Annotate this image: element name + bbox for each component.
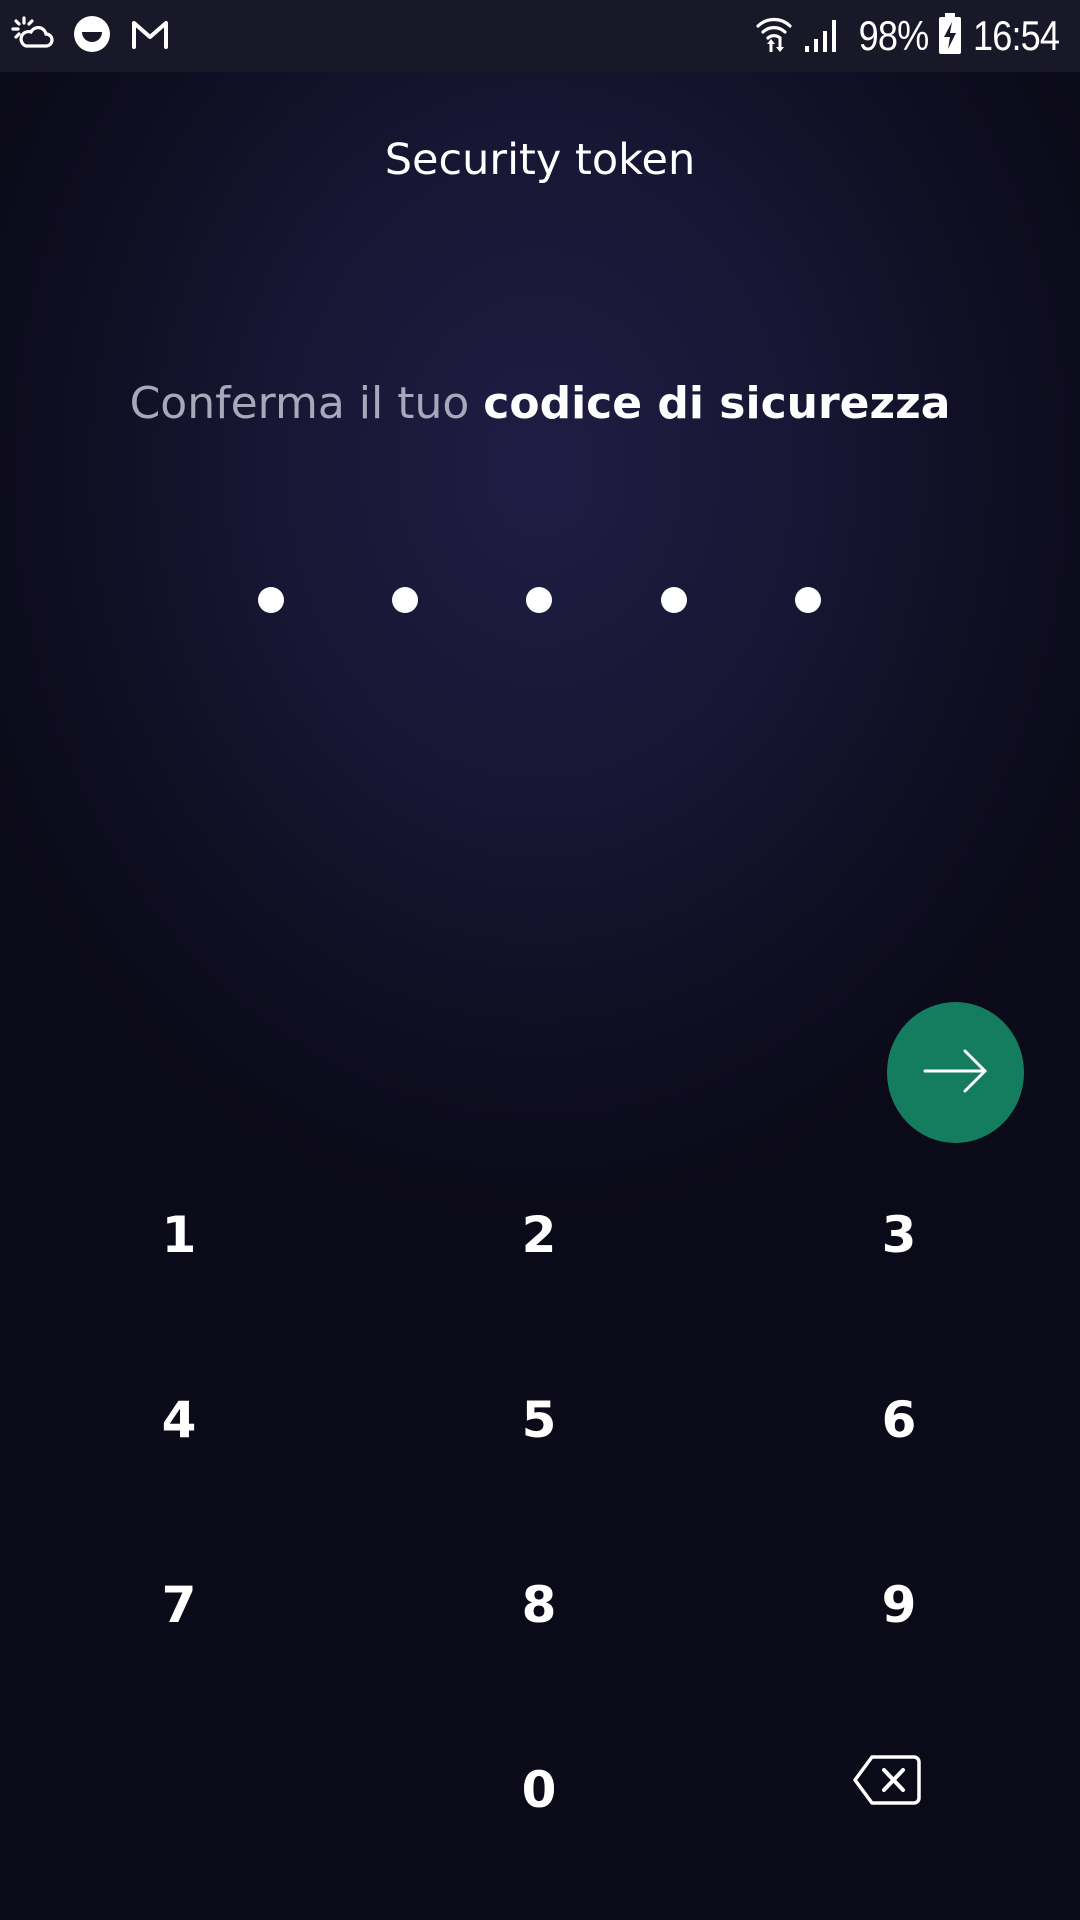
page-title: Security token [384, 135, 696, 185]
submit-button[interactable] [887, 1002, 1024, 1143]
key-6[interactable]: 6 [749, 1345, 1049, 1495]
key-5[interactable]: 5 [389, 1345, 689, 1495]
wifi-icon [755, 14, 793, 58]
battery-percent: 98% [858, 12, 930, 59]
key-8[interactable]: 8 [389, 1530, 689, 1680]
keypad: 1 2 3 4 5 6 7 8 9 0 [0, 1160, 1080, 1920]
key-4[interactable]: 4 [29, 1345, 329, 1495]
status-left-icons [10, 14, 170, 58]
key-2[interactable]: 2 [389, 1160, 689, 1310]
pin-dot [795, 587, 821, 613]
battery-charging-icon [938, 13, 962, 59]
pin-indicator [0, 587, 1080, 613]
status-bar: 98% 16:54 [0, 0, 1080, 72]
pin-prompt-bold: codice di sicurezza [483, 378, 951, 429]
key-0[interactable]: 0 [389, 1715, 689, 1865]
key-9[interactable]: 9 [749, 1530, 1049, 1680]
key-7[interactable]: 7 [29, 1530, 329, 1680]
backspace-icon [852, 1754, 922, 1818]
key-1[interactable]: 1 [29, 1160, 329, 1310]
app-face-icon [72, 14, 112, 58]
key-3[interactable]: 3 [749, 1160, 1049, 1310]
gmail-icon [130, 17, 170, 55]
backspace-button[interactable] [737, 1711, 1037, 1861]
pin-dot [661, 587, 687, 613]
pin-prompt-light: Conferma il tuo [129, 378, 484, 429]
pin-dot [526, 587, 552, 613]
pin-dot [392, 587, 418, 613]
weather-cloud-icon [10, 14, 54, 58]
signal-icon [803, 14, 843, 58]
pin-prompt: Conferma il tuo codice di sicurezza [0, 378, 1080, 429]
arrow-right-icon [923, 1048, 989, 1098]
status-right-icons: 98% 16:54 [755, 10, 1066, 62]
pin-dot [258, 587, 284, 613]
status-time: 16:54 [972, 12, 1060, 59]
